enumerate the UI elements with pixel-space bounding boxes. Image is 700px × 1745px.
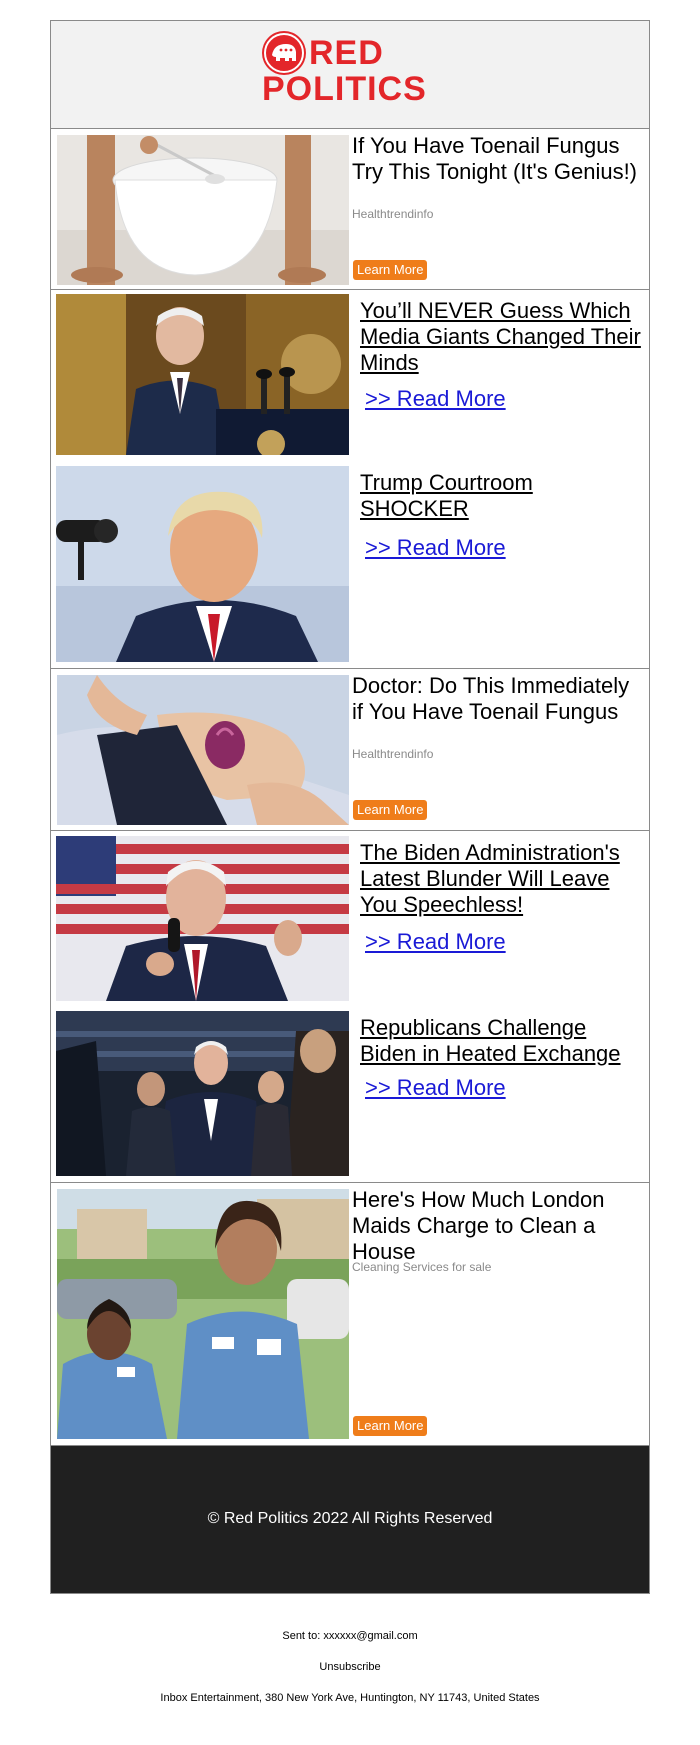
stories-group-1: You’ll NEVER Guess Which Media Giants Ch…: [51, 290, 649, 669]
read-more-link[interactable]: >> Read More: [365, 535, 506, 561]
stories-group-2: The Biden Administration's Latest Blunde…: [51, 831, 649, 1183]
ad-image-onion-foot[interactable]: [57, 675, 349, 825]
footer: © Red Politics 2022 All Rights Reserved: [51, 1446, 649, 1593]
logo[interactable]: RED POLITICS: [262, 31, 442, 119]
ad-block-toenail-1: If You Have Toenail Fungus Try This Toni…: [51, 129, 649, 290]
email-container: RED POLITICS If You Have Toenail Fungus …: [50, 20, 650, 1594]
read-more-link[interactable]: >> Read More: [365, 1075, 506, 1101]
ad-title[interactable]: Here's How Much London Maids Charge to C…: [352, 1187, 642, 1265]
story-headline-link[interactable]: You’ll NEVER Guess Which Media Giants Ch…: [360, 298, 645, 376]
ad-block-toenail-2: Doctor: Do This Immediately if You Have …: [51, 669, 649, 831]
learn-more-button[interactable]: Learn More: [353, 800, 428, 820]
unsubscribe-link[interactable]: Unsubscribe: [0, 1661, 700, 1673]
ad-source: Healthtrendinfo: [352, 207, 434, 221]
ad-image-maids[interactable]: [57, 1189, 349, 1439]
story-item: Trump Courtroom SHOCKER >> Read More: [56, 466, 636, 662]
ad-source: Cleaning Services for sale: [352, 1260, 492, 1274]
story-image-trump[interactable]: [56, 466, 349, 662]
story-item: The Biden Administration's Latest Blunde…: [56, 836, 636, 1001]
copyright-text: © Red Politics 2022 All Rights Reserved: [207, 1510, 493, 1527]
elephant-icon: [262, 31, 306, 75]
story-image-biden-flag[interactable]: [56, 836, 349, 1001]
sent-to-text: Sent to: xxxxxx@gmail.com: [282, 1630, 418, 1642]
learn-more-button[interactable]: Learn More: [353, 1416, 428, 1436]
read-more-link[interactable]: >> Read More: [365, 386, 506, 412]
logo-text-line2: POLITICS: [262, 70, 427, 108]
ad-title[interactable]: Doctor: Do This Immediately if You Have …: [352, 673, 642, 725]
ad-image-bowl-feet[interactable]: [57, 135, 349, 285]
story-item: You’ll NEVER Guess Which Media Giants Ch…: [56, 294, 641, 456]
read-more-link[interactable]: >> Read More: [365, 929, 506, 955]
sender-address: Inbox Entertainment, 380 New York Ave, H…: [160, 1692, 540, 1704]
ad-block-cleaning: Here's How Much London Maids Charge to C…: [51, 1183, 649, 1446]
header: RED POLITICS: [51, 21, 649, 129]
story-image-biden-podium[interactable]: [56, 294, 349, 455]
story-headline-link[interactable]: Republicans Challenge Biden in Heated Ex…: [360, 1015, 645, 1067]
ad-title[interactable]: If You Have Toenail Fungus Try This Toni…: [352, 133, 642, 185]
ad-source: Healthtrendinfo: [352, 747, 434, 761]
logo-text-line1: RED: [309, 34, 384, 72]
learn-more-button[interactable]: Learn More: [353, 260, 428, 280]
story-item: Republicans Challenge Biden in Heated Ex…: [56, 1011, 636, 1176]
story-headline-link[interactable]: The Biden Administration's Latest Blunde…: [360, 840, 645, 918]
story-headline-link[interactable]: Trump Courtroom SHOCKER: [360, 470, 645, 522]
story-image-biden-crowd[interactable]: [56, 1011, 349, 1176]
